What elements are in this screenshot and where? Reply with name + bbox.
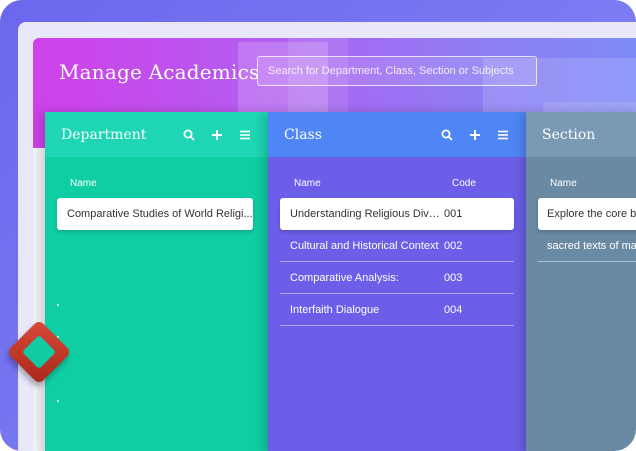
section-name: Explore the core beliefs [547, 208, 636, 220]
department-panel: Department Name Comparative Studies of W… [45, 112, 268, 451]
section-header: Section [526, 112, 636, 157]
department-row[interactable]: Comparative Studies of World Religi... [57, 198, 253, 230]
name-column-header: Name [550, 178, 577, 189]
name-column-header: Name [70, 178, 97, 189]
department-name: Comparative Studies of World Religi... [67, 208, 253, 220]
name-column-header: Name [294, 178, 321, 189]
decor-dot [57, 304, 59, 306]
department-column-headers: Name [45, 157, 268, 192]
department-title: Department [61, 126, 147, 143]
section-panel: Section Name Explore the core beliefs sa… [526, 112, 636, 451]
department-header: Department [45, 112, 268, 157]
class-name: Understanding Religious Diver... [290, 208, 444, 220]
plus-icon[interactable] [210, 128, 224, 142]
class-name: Comparative Analysis: [290, 271, 399, 284]
search-icon[interactable] [182, 128, 196, 142]
class-code: 001 [444, 208, 463, 220]
section-list: Name Explore the core beliefs sacred tex… [526, 157, 636, 262]
class-row[interactable]: Understanding Religious Diver... 001 [280, 198, 514, 230]
class-code: 003 [444, 271, 463, 284]
class-row[interactable]: Comparative Analysis: 003 [280, 262, 514, 294]
plus-icon[interactable] [468, 128, 482, 142]
section-title: Section [542, 126, 596, 143]
code-column-header: Code [452, 178, 476, 189]
class-name: Cultural and Historical Context [290, 239, 439, 252]
decor-dot [57, 400, 59, 402]
menu-icon[interactable] [238, 128, 252, 142]
section-row[interactable]: sacred texts of major [538, 230, 636, 262]
class-code: 002 [444, 239, 463, 252]
class-code: 004 [444, 303, 463, 316]
class-list: Name Code Understanding Religious Diver.… [268, 157, 526, 326]
section-column-headers: Name [538, 157, 636, 192]
search-input[interactable] [257, 56, 537, 86]
class-panel: Class Name Code Understanding Religious … [268, 112, 526, 451]
menu-icon[interactable] [496, 128, 510, 142]
page-title: Manage Academics [59, 60, 260, 84]
search-icon[interactable] [440, 128, 454, 142]
frame-background: Manage Academics Department Name [0, 0, 636, 451]
class-row[interactable]: Interfaith Dialogue 004 [280, 294, 514, 326]
class-column-headers: Name Code [280, 157, 514, 192]
class-row[interactable]: Cultural and Historical Context 002 [280, 230, 514, 262]
class-header: Class [268, 112, 526, 157]
class-name: Interfaith Dialogue [290, 303, 380, 316]
section-row[interactable]: Explore the core beliefs [538, 198, 636, 230]
class-title: Class [284, 126, 322, 143]
department-list: Name Comparative Studies of World Religi… [45, 157, 268, 402]
section-name: sacred texts of major [547, 239, 636, 252]
